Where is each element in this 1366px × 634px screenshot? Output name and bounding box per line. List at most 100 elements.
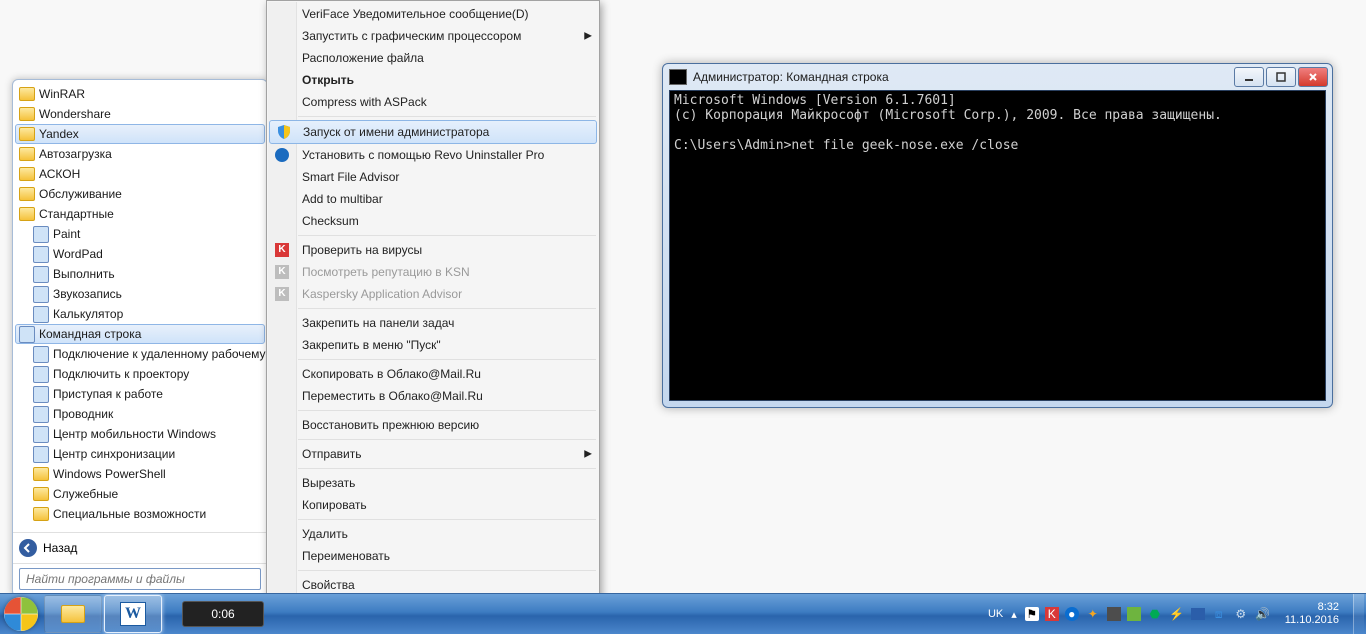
context-item-label: Вырезать (302, 476, 355, 490)
start-item-15[interactable]: Приступая к работе (15, 384, 265, 404)
context-item-16[interactable]: Закрепить на панели задач (268, 312, 598, 334)
tray-app-icon-1[interactable]: ✦ (1085, 606, 1101, 622)
start-item-18[interactable]: Центр синхронизации (15, 444, 265, 464)
context-item-22[interactable]: Восстановить прежнюю версию (268, 414, 598, 436)
context-item-2[interactable]: Расположение файла (268, 47, 598, 69)
start-item-label: Проводник (53, 407, 113, 421)
context-separator (298, 235, 596, 236)
cmd-icon (669, 69, 687, 85)
tray-nvidia-icon[interactable] (1127, 607, 1141, 621)
tray-flag-icon[interactable]: ⚑ (1025, 607, 1039, 621)
start-item-3[interactable]: Автозагрузка (15, 144, 265, 164)
taskbar-word[interactable]: W (104, 595, 162, 633)
taskbar-pinned: W (44, 595, 162, 633)
context-item-7[interactable]: Установить с помощью Revo Uninstaller Pr… (268, 144, 598, 166)
tray-chevron-up-icon[interactable]: ▴ (1011, 608, 1017, 621)
start-item-6[interactable]: Стандартные (15, 204, 265, 224)
start-item-21[interactable]: Специальные возможности (15, 504, 265, 524)
tray-volume-icon[interactable]: 🔊 (1255, 606, 1271, 622)
maximize-button[interactable] (1266, 67, 1296, 87)
start-menu-back[interactable]: Назад (13, 532, 267, 563)
context-item-label: Свойства (302, 578, 355, 592)
context-separator (298, 519, 596, 520)
start-item-label: Стандартные (39, 207, 114, 221)
start-item-11[interactable]: Калькулятор (15, 304, 265, 324)
context-item-14: KKaspersky Application Advisor (268, 283, 598, 305)
context-item-label: Compress with ASPack (302, 95, 427, 109)
tray-network-icon[interactable]: ⚙ (1233, 606, 1249, 622)
cmd-output[interactable]: Microsoft Windows [Version 6.1.7601] (c)… (669, 90, 1326, 401)
folder-icon (33, 466, 49, 482)
start-item-label: Калькулятор (53, 307, 123, 321)
app-icon (33, 366, 49, 382)
folder-icon (19, 186, 35, 202)
start-item-19[interactable]: Windows PowerShell (15, 464, 265, 484)
context-item-9[interactable]: Add to multibar (268, 188, 598, 210)
context-item-27[interactable]: Копировать (268, 494, 598, 516)
context-item-6[interactable]: Запуск от имени администратора (269, 120, 597, 144)
tray-app-icon-3[interactable]: ⬣ (1147, 606, 1163, 622)
start-button[interactable] (0, 594, 42, 634)
start-item-14[interactable]: Подключить к проектору (15, 364, 265, 384)
start-item-label: Paint (53, 227, 80, 241)
app-icon (33, 346, 49, 362)
app-icon (33, 406, 49, 422)
context-item-20[interactable]: Переместить в Облако@Mail.Ru (268, 385, 598, 407)
folder-icon (19, 206, 35, 222)
media-toast[interactable]: 0:06 (182, 601, 264, 627)
start-item-5[interactable]: Обслуживание (15, 184, 265, 204)
tray-language[interactable]: UK (988, 608, 1003, 620)
tray-teamviewer-icon[interactable]: ● (1065, 607, 1079, 621)
context-separator (298, 570, 596, 571)
context-item-0[interactable]: VeriFace Уведомительное сообщение(D) (268, 3, 598, 25)
start-item-label: Служебные (53, 487, 118, 501)
context-item-3[interactable]: Открыть (268, 69, 598, 91)
tray-app-icon-2[interactable] (1107, 607, 1121, 621)
context-item-12[interactable]: KПроверить на вирусы (268, 239, 598, 261)
start-item-8[interactable]: WordPad (15, 244, 265, 264)
start-item-13[interactable]: Подключение к удаленному рабочему (15, 344, 265, 364)
context-item-19[interactable]: Скопировать в Облако@Mail.Ru (268, 363, 598, 385)
start-item-0[interactable]: WinRAR (15, 84, 265, 104)
tray-display-icon[interactable] (1191, 608, 1205, 620)
start-item-10[interactable]: Звукозапись (15, 284, 265, 304)
start-item-2[interactable]: Yandex (15, 124, 265, 144)
start-item-label: АСКОН (39, 167, 80, 181)
start-item-20[interactable]: Служебные (15, 484, 265, 504)
context-item-4[interactable]: Compress with ASPack (268, 91, 598, 113)
context-item-8[interactable]: Smart File Advisor (268, 166, 598, 188)
context-item-10[interactable]: Checksum (268, 210, 598, 232)
context-item-29[interactable]: Удалить (268, 523, 598, 545)
tray-kaspersky-icon[interactable]: K (1045, 607, 1059, 621)
tray-dropbox-icon[interactable]: ⧈ (1211, 606, 1227, 622)
start-item-label: Windows PowerShell (53, 467, 166, 481)
context-item-1[interactable]: Запустить с графическим процессором▶ (268, 25, 598, 47)
context-item-24[interactable]: Отправить▶ (268, 443, 598, 465)
start-item-16[interactable]: Проводник (15, 404, 265, 424)
start-item-12[interactable]: Командная строка (15, 324, 265, 344)
tray-plug-icon[interactable]: ⚡ (1169, 606, 1185, 622)
context-item-26[interactable]: Вырезать (268, 472, 598, 494)
context-item-label: Smart File Advisor (302, 170, 399, 184)
minimize-button[interactable] (1234, 67, 1264, 87)
start-item-1[interactable]: Wondershare (15, 104, 265, 124)
context-item-17[interactable]: Закрепить в меню "Пуск" (268, 334, 598, 356)
cmd-titlebar[interactable]: Администратор: Командная строка (663, 64, 1332, 90)
start-item-7[interactable]: Paint (15, 224, 265, 244)
tray-clock[interactable]: 8:32 11.10.2016 (1279, 601, 1345, 627)
taskbar-explorer[interactable] (44, 595, 102, 633)
folder-icon (33, 506, 49, 522)
folder-icon (19, 146, 35, 162)
show-desktop-button[interactable] (1353, 594, 1364, 634)
system-tray: UK ▴ ⚑ K ● ✦ ⬣ ⚡ ⧈ ⚙ 🔊 8:32 11.10.2016 (988, 594, 1366, 634)
windows-orb-icon (4, 597, 38, 631)
start-search-row (13, 563, 267, 596)
search-input[interactable] (19, 568, 261, 590)
context-item-30[interactable]: Переименовать (268, 545, 598, 567)
start-item-9[interactable]: Выполнить (15, 264, 265, 284)
start-item-4[interactable]: АСКОН (15, 164, 265, 184)
context-item-label: Запустить с графическим процессором (302, 29, 521, 43)
app-icon (33, 386, 49, 402)
close-button[interactable] (1298, 67, 1328, 87)
start-item-17[interactable]: Центр мобильности Windows (15, 424, 265, 444)
